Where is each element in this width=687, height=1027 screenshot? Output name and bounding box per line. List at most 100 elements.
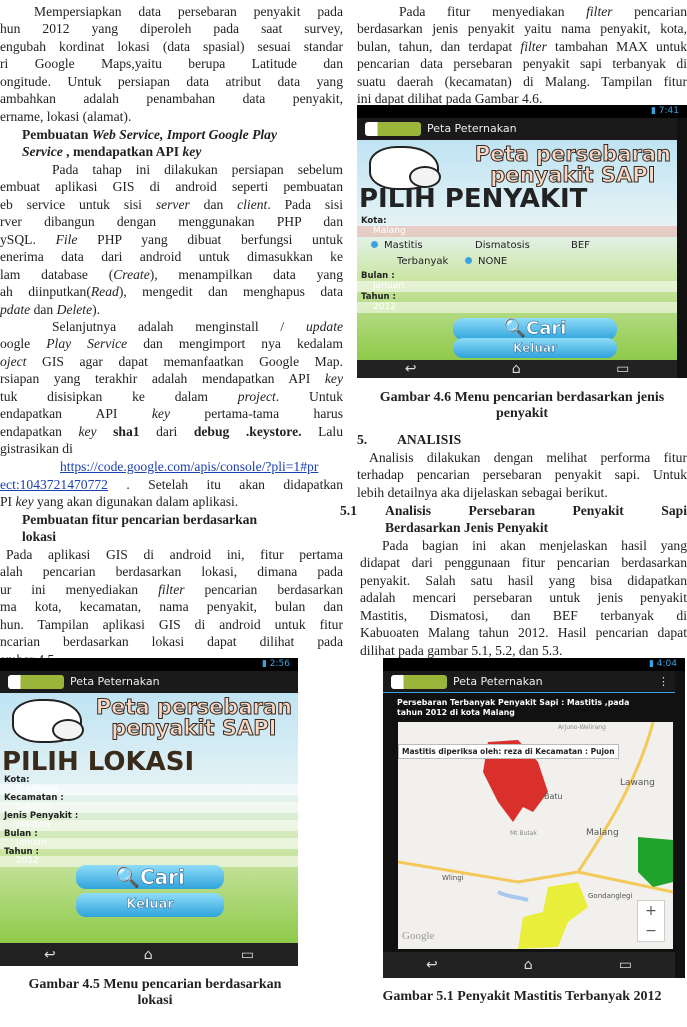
- app-banner: Peta persebaran penyakit SAPI: [474, 142, 671, 187]
- text-segment: ongitude. Untuk persiapan data atribut d…: [0, 73, 343, 89]
- map-view[interactable]: Mastitis diperiksa oleh: reza di Kecamat…: [398, 722, 673, 949]
- text-line: Kabuoaten Malang tahun 2012. Hasil penca…: [360, 624, 687, 641]
- text-segment: ername, lokasi (alamat).: [0, 108, 132, 124]
- text-line: pencarian data persebaran penyakit sapi …: [357, 55, 687, 72]
- text-segment: embuat aplikasi GIS di android seperti p…: [0, 179, 343, 195]
- text-line: ambahkan adalah penambahan data penyakit…: [0, 90, 343, 107]
- text-segment: bulan, tahun, dan terdapat: [357, 38, 521, 54]
- form-heading: PILIH PENYAKIT: [359, 184, 588, 214]
- text-line: didapat dari penggunaan fitur pencarian …: [360, 554, 687, 571]
- text-segment: ect:1043721470772: [0, 477, 108, 492]
- radio-mastitis[interactable]: Mastitis: [371, 240, 423, 251]
- text-segment: didapat dari penggunaan fitur pencarian …: [360, 555, 687, 571]
- radio-dismatosis[interactable]: Dismatosis: [475, 240, 530, 251]
- text-segment: ini dapat dilihat pada Gambar 4.6.: [357, 91, 543, 107]
- text-line: eb service untuk sisi server dan client.…: [0, 196, 343, 213]
- exit-button[interactable]: Keluar: [76, 893, 224, 917]
- home-icon[interactable]: ⌂: [512, 361, 521, 377]
- text-segment: pencarian: [612, 4, 687, 19]
- text-line: oject GIS agar dapat memanfaatkan Google…: [0, 353, 343, 370]
- text-segment: ur ini menyediakan: [0, 581, 159, 597]
- radio-none[interactable]: NONE: [465, 256, 507, 267]
- text-line: hun. Tampilan aplikasi GIS di android un…: [0, 616, 343, 633]
- zoom-in-button[interactable]: +: [638, 901, 664, 921]
- zoom-out-button[interactable]: −: [638, 921, 664, 941]
- text-segment: berdasarkan jenis penyakit yaitu nama pe…: [357, 21, 687, 37]
- text-segment: gistrasikan di: [0, 441, 73, 457]
- text-segment: client: [237, 196, 268, 212]
- search-button[interactable]: 🔍Cari: [453, 318, 617, 340]
- text-line: alah pencarian berdasarkan lokasi, diman…: [0, 563, 343, 580]
- back-icon[interactable]: ↩: [405, 361, 417, 377]
- text-segment: pdate: [0, 301, 31, 317]
- text-segment: Mastitis, Dismatosi, dan BEF terbanyak d…: [360, 607, 687, 623]
- text-segment: lokasi: [22, 529, 56, 545]
- text-segment: update: [306, 319, 343, 334]
- tahun-select[interactable]: 2012: [357, 302, 677, 313]
- field-select[interactable]: Mastitis: [0, 820, 298, 831]
- text-segment: rver dibangun dengan menggunakan PHP dan: [0, 214, 343, 230]
- paragraph: Mempersiapkan data persebaran penyakit p…: [0, 3, 343, 125]
- text-segment: key: [151, 406, 170, 422]
- back-icon[interactable]: ↩: [426, 957, 438, 973]
- text-segment: alah pencarian berdasarkan lokasi, diman…: [0, 564, 343, 580]
- map-label: Batu: [544, 792, 563, 801]
- home-icon[interactable]: ⌂: [144, 947, 153, 963]
- action-bar: Peta Peternakan: [0, 671, 298, 693]
- field-select[interactable]: Januari: [0, 838, 298, 849]
- text-segment: . Pada sisi: [267, 196, 343, 212]
- action-bar: Peta Peternakan: [357, 118, 677, 140]
- text-line: Analisis dilakukan dengan melihat perfor…: [357, 449, 687, 466]
- radio-selected-icon: [371, 241, 378, 248]
- text-segment: filter: [586, 4, 613, 19]
- section-heading: 5. ANALISIS: [357, 432, 462, 447]
- radio-bef[interactable]: BEF: [571, 240, 590, 251]
- text-line: embuat aplikasi GIS di android seperti p…: [0, 178, 343, 195]
- mastitis-region-green: [638, 837, 673, 887]
- app-logo: [8, 675, 64, 689]
- zoom-controls: + −: [637, 900, 665, 942]
- text-line: lam database (Create), menampilkan data …: [0, 266, 343, 283]
- text-segment: filter: [520, 38, 547, 54]
- text-line: ncarian berdasarkan lokasi dapat dilihat…: [0, 633, 343, 650]
- home-icon[interactable]: ⌂: [524, 957, 533, 973]
- text-line: ah diinputkan(Read), mengedit dan mengha…: [0, 283, 343, 300]
- overflow-menu-icon[interactable]: ⋮: [658, 671, 669, 693]
- back-icon[interactable]: ↩: [44, 947, 56, 963]
- kota-select[interactable]: Malang: [357, 226, 677, 237]
- text-segment: pencarian berdasarkan: [184, 581, 344, 597]
- figure-caption: Gambar 4.5 Menu pencarian berdasarkan lok…: [28, 977, 282, 1008]
- recent-apps-icon[interactable]: ▭: [616, 361, 629, 377]
- text-segment: key: [78, 423, 97, 439]
- status-bar: ▮ 4:04: [383, 658, 685, 671]
- search-button[interactable]: 🔍Cari: [76, 865, 224, 889]
- text-segment: lam database (: [0, 266, 114, 282]
- text-segment: suatu daerah (kecamatan) di Malang. Tamp…: [357, 73, 687, 89]
- field-label: Kota:: [361, 216, 387, 226]
- text-segment: PHP yang dibuat berfungsi untuk: [77, 231, 343, 247]
- exit-button[interactable]: Keluar: [453, 338, 617, 358]
- text-segment: [97, 424, 114, 439]
- app-logo: [365, 122, 421, 136]
- paragraph: Selanjutnya adalah menginstall / update o…: [0, 318, 343, 458]
- map-label: Gondanglegi: [588, 892, 633, 900]
- recent-apps-icon[interactable]: ▭: [619, 957, 632, 973]
- radio-terbanyak[interactable]: Terbanyak: [397, 256, 448, 267]
- text-segment: yang akan digunakan dalam aplikasi.: [33, 494, 239, 510]
- text-segment: Delete: [56, 301, 93, 317]
- clock: 4:04: [656, 659, 677, 669]
- recent-apps-icon[interactable]: ▭: [241, 947, 254, 963]
- text-segment: pertama-tama harus: [170, 406, 343, 422]
- text-line: oogle Play Service dan mengimport nya ke…: [0, 335, 343, 352]
- text-line: Pada fitur menyediakan filter pencarian: [357, 3, 687, 20]
- bulan-select[interactable]: Januari: [357, 281, 677, 292]
- text-segment: ri Google Maps,yaitu berupa Latitude dan: [0, 56, 343, 72]
- text-line: Pada tahap ini dilakukan persiapan sebel…: [0, 161, 343, 178]
- text-segment: key: [182, 144, 202, 160]
- water: [497, 890, 529, 902]
- api-console-link[interactable]: https://code.google.com/apis/console/?pl…: [60, 458, 343, 475]
- text-segment: https://code.google.com/apis/console/?pl…: [60, 459, 319, 474]
- text-segment: Pada bagian ini akan menjelaskan hasil y…: [382, 538, 687, 553]
- status-bar: ▮ 7:41: [357, 105, 687, 118]
- text-line: gistrasikan di: [0, 440, 343, 457]
